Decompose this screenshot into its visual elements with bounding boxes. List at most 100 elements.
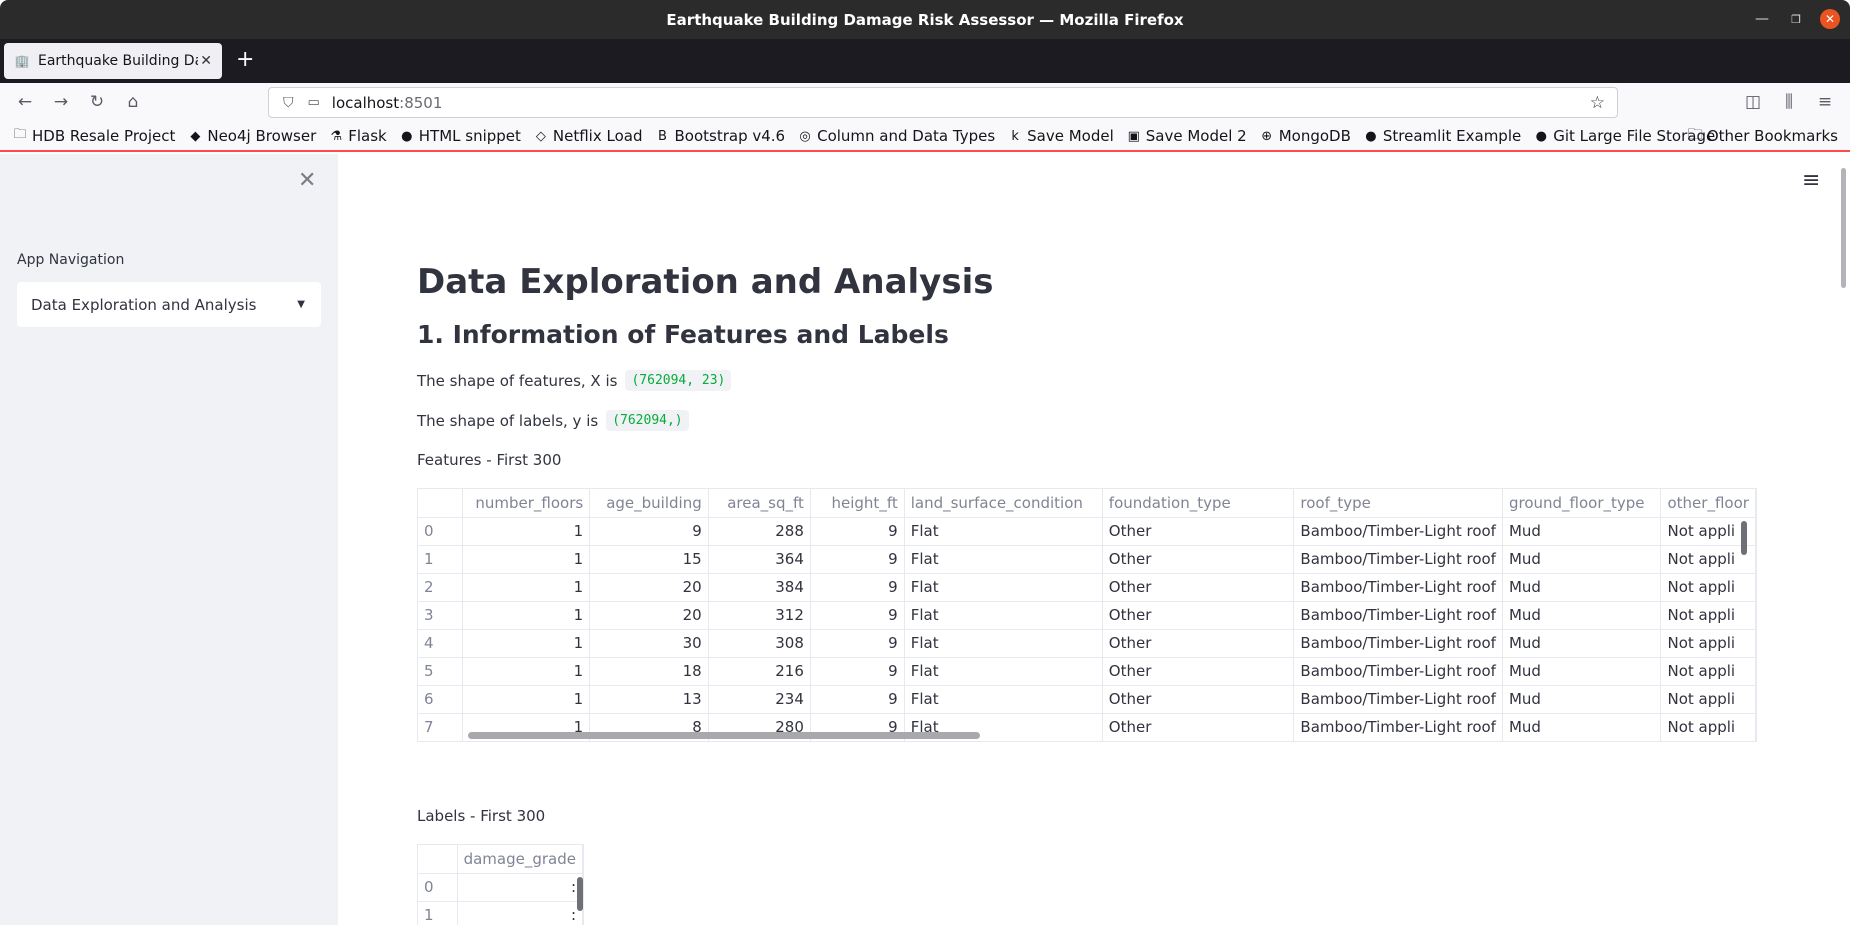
column-header[interactable]: ground_floor_type	[1502, 489, 1662, 518]
table-cell[interactable]: 15	[589, 545, 709, 574]
table-cell[interactable]: 9	[810, 657, 905, 686]
table-cell[interactable]: Flat	[904, 601, 1103, 630]
row-index[interactable]: 8	[418, 741, 463, 742]
table-cell[interactable]: 13	[589, 685, 709, 714]
table-cell[interactable]: Bamboo/Timber-Light roof	[1293, 573, 1503, 602]
table-cell[interactable]: 1	[462, 629, 591, 658]
bookmark-item[interactable]: ⚗ Flask	[328, 127, 386, 145]
table-cell[interactable]: 9	[810, 629, 905, 658]
row-index[interactable]: 1	[418, 545, 464, 574]
row-index[interactable]: 7	[418, 713, 464, 741]
vertical-scrollbar[interactable]	[1741, 521, 1747, 555]
table-cell[interactable]: 1	[462, 545, 591, 574]
table-cell[interactable]: Mud	[1502, 629, 1662, 658]
bookmark-item[interactable]: ◆ Neo4j Browser	[187, 127, 316, 145]
table-cell[interactable]: 1	[462, 657, 591, 686]
app-menu-icon[interactable]: ≡	[1814, 91, 1836, 113]
back-icon[interactable]: ←	[14, 91, 36, 113]
table-cell[interactable]: Flat	[904, 657, 1103, 686]
reload-icon[interactable]: ↻	[86, 91, 108, 113]
column-header[interactable]: damage_grade	[457, 845, 583, 874]
row-index[interactable]: 0	[418, 873, 458, 902]
table-cell[interactable]: 384	[708, 573, 811, 602]
row-index[interactable]: 5	[418, 657, 464, 686]
vertical-scrollbar[interactable]	[577, 877, 583, 911]
table-cell[interactable]: Bamboo/Timber-Light roof	[1293, 601, 1503, 630]
table-cell[interactable]: Not appli	[1660, 713, 1756, 741]
bookmark-item[interactable]: ● HTML snippet	[399, 127, 521, 145]
table-cell[interactable]: Mud	[1502, 741, 1661, 742]
column-header[interactable]	[418, 489, 464, 518]
table-cell[interactable]: 1	[462, 685, 591, 714]
table-cell[interactable]: 288	[708, 517, 811, 546]
table-cell[interactable]: 20	[589, 573, 709, 602]
row-index[interactable]: 3	[418, 601, 464, 630]
table-cell[interactable]: 308	[708, 629, 811, 658]
table-cell[interactable]: Other	[1102, 573, 1295, 602]
url-bar[interactable]: ⛉ ▭ localhost:8501 ☆	[268, 87, 1618, 118]
column-header[interactable]: roof_type	[1293, 489, 1503, 518]
close-sidebar-icon[interactable]: ✕	[298, 168, 316, 193]
column-header[interactable]: other_floor	[1660, 489, 1756, 518]
table-cell[interactable]: 9	[810, 741, 904, 742]
features-dataframe[interactable]: number_floors age_building area_sq_ft heigh…	[417, 488, 1757, 742]
table-cell[interactable]: 9	[810, 573, 905, 602]
close-tab-icon[interactable]: ✕	[200, 53, 212, 69]
table-cell[interactable]: 234	[708, 685, 811, 714]
table-cell[interactable]: Other	[1102, 657, 1295, 686]
table-cell[interactable]: Mud	[1502, 573, 1662, 602]
table-cell[interactable]: 22	[590, 741, 709, 742]
table-cell[interactable]: 216	[708, 657, 811, 686]
table-cell[interactable]: Other	[1102, 601, 1295, 630]
table-cell[interactable]: 1	[462, 601, 591, 630]
table-cell[interactable]: 30	[589, 629, 709, 658]
table-cell[interactable]: Mud	[1502, 517, 1662, 546]
bookmark-item[interactable]: k Save Model	[1007, 127, 1113, 145]
row-index[interactable]: 1	[418, 901, 458, 925]
table-cell[interactable]: Bamboo/Timber-Light roof	[1293, 685, 1503, 714]
table-cell[interactable]: Mud	[1502, 545, 1662, 574]
row-index[interactable]: 4	[418, 629, 464, 658]
table-cell[interactable]: Mud	[1502, 685, 1662, 714]
horizontal-scrollbar[interactable]	[468, 732, 980, 739]
bookmark-item[interactable]: 🗀 HDB Resale Project	[12, 125, 175, 147]
pocket-icon[interactable]: ◫	[1742, 91, 1764, 113]
table-cell[interactable]: 9	[810, 545, 905, 574]
new-tab-icon[interactable]: +	[236, 49, 254, 71]
table-cell[interactable]: Flat	[904, 741, 1102, 742]
table-cell[interactable]: Bamboo/Timber-Light roof	[1293, 629, 1503, 658]
tab-active[interactable]: 🏢 Earthquake Building Dam ✕	[4, 43, 222, 79]
table-cell[interactable]: 312	[708, 601, 811, 630]
column-header[interactable]	[418, 845, 458, 874]
table-cell[interactable]: Bamboo/Timber-Light roof	[1293, 713, 1503, 741]
table-cell[interactable]: Not appli	[1661, 741, 1756, 742]
table-cell[interactable]: 364	[708, 545, 811, 574]
bookmark-item[interactable]: ⊕ MongoDB	[1259, 127, 1351, 145]
url-text[interactable]: localhost:8501	[332, 94, 443, 112]
column-header[interactable]: area_sq_ft	[708, 489, 811, 518]
table-cell[interactable]: 9	[589, 517, 709, 546]
close-window-icon[interactable]: ✕	[1820, 9, 1840, 29]
menu-icon[interactable]: ≡	[1802, 168, 1820, 193]
labels-dataframe[interactable]: damage_grade 0:1:	[417, 844, 584, 925]
column-header[interactable]: age_building	[589, 489, 709, 518]
table-cell[interactable]: Flat	[904, 573, 1103, 602]
column-header[interactable]: foundation_type	[1102, 489, 1295, 518]
table-cell[interactable]: 268	[708, 741, 810, 742]
table-cell[interactable]: Bamboo/Timber-Light roof	[1293, 657, 1503, 686]
table-cell[interactable]: Not appli	[1660, 657, 1756, 686]
table-cell[interactable]: Bamboo/Timber-Light roof	[1294, 741, 1503, 742]
bookmark-item[interactable]: ◇ Netflix Load	[533, 127, 643, 145]
other-bookmarks[interactable]: 🗀 Other Bookmarks	[1688, 124, 1838, 149]
table-cell[interactable]: Mud	[1502, 657, 1662, 686]
page-scrollbar[interactable]	[1840, 154, 1848, 925]
row-index[interactable]: 2	[418, 573, 464, 602]
table-cell[interactable]: Bamboo/Timber-Light roof	[1293, 545, 1503, 574]
table-cell[interactable]: :	[457, 873, 583, 902]
table-cell[interactable]: Flat	[904, 629, 1103, 658]
library-icon[interactable]: ⫼	[1778, 91, 1800, 113]
column-header[interactable]: number_floors	[462, 489, 591, 518]
maximize-icon[interactable]: ❐	[1786, 9, 1806, 29]
bookmark-item[interactable]: B Bootstrap v4.6	[654, 127, 785, 145]
shield-icon[interactable]: ⛉	[283, 95, 294, 111]
